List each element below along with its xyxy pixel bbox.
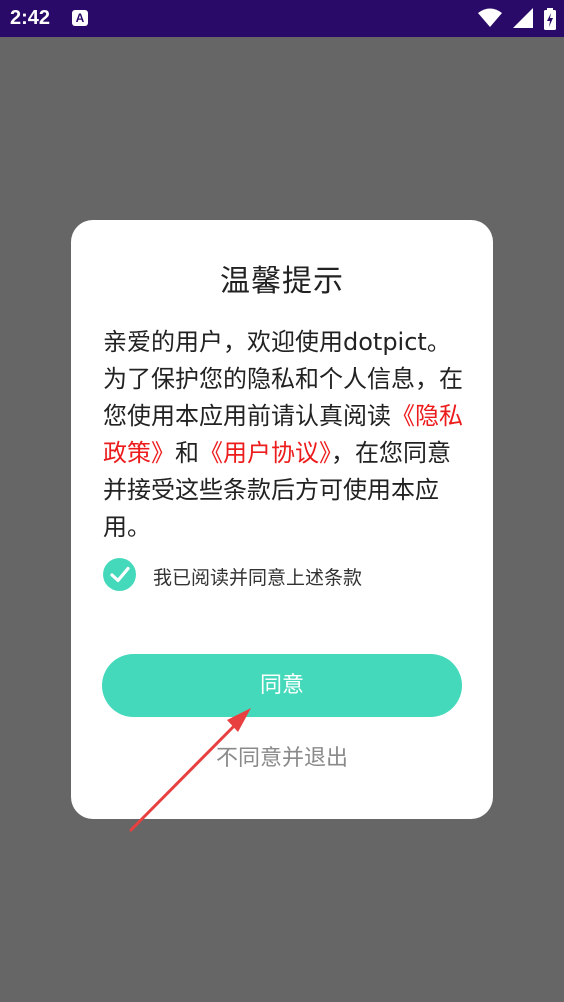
privacy-dialog: 温馨提示 亲爱的用户，欢迎使用dotpict。为了保护您的隐私和个人信息，在您使…	[71, 220, 493, 819]
signal-icon	[512, 8, 533, 28]
status-time: 2:42	[10, 7, 51, 29]
wifi-icon	[477, 8, 502, 27]
agree-button[interactable]: 同意	[102, 654, 462, 717]
dialog-title: 温馨提示	[220, 264, 344, 299]
status-bar: 2:42 A	[0, 0, 564, 37]
battery-icon	[544, 8, 556, 30]
dialog-message: 亲爱的用户，欢迎使用dotpict。为了保护您的隐私和个人信息，在您使用本应用前…	[103, 324, 473, 546]
message-and: 和	[175, 439, 199, 467]
status-icons	[472, 8, 556, 30]
checkmark-icon	[103, 558, 136, 591]
user-agreement-link[interactable]: 《用户协议》	[199, 439, 331, 467]
checkbox-label: 我已阅读并同意上述条款	[153, 567, 363, 589]
app-notification-icon: A	[72, 10, 88, 26]
disagree-exit-button[interactable]: 不同意并退出	[71, 740, 493, 772]
